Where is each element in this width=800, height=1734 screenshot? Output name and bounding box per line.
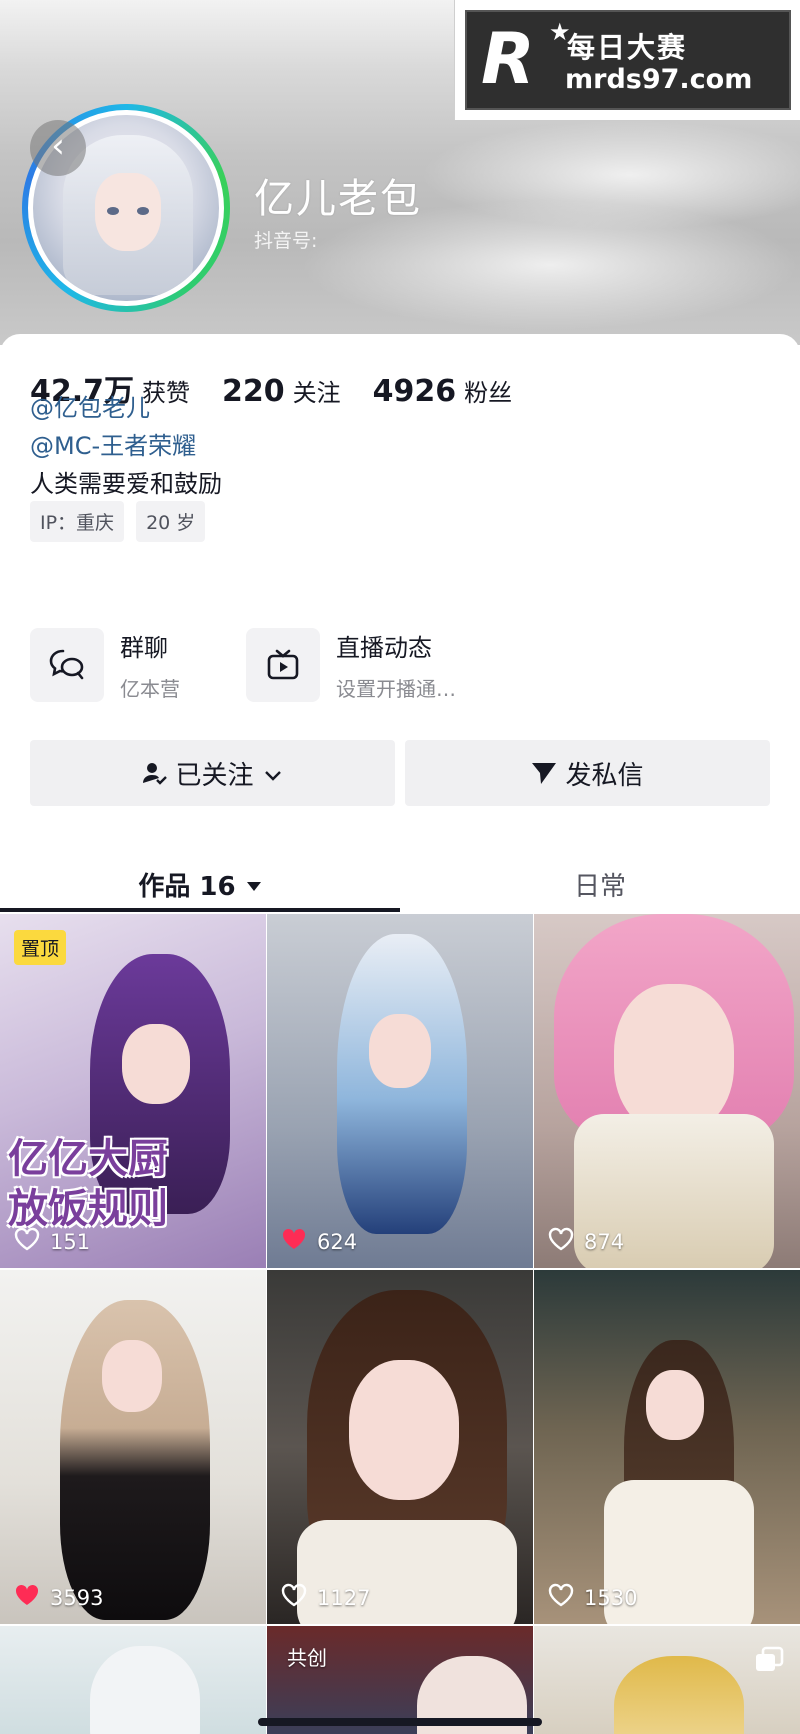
profile-nickname: 亿儿老包 bbox=[254, 176, 422, 222]
tab-daily[interactable]: 日常 bbox=[400, 854, 800, 914]
heart-filled-icon bbox=[14, 1583, 50, 1612]
video-tile[interactable]: 874 bbox=[534, 914, 800, 1268]
paper-plane-icon bbox=[531, 761, 557, 785]
watermark-logo-icon: R bbox=[481, 18, 535, 100]
like-count: 624 bbox=[281, 1227, 357, 1256]
video-tile[interactable]: 1127 bbox=[267, 1270, 533, 1624]
stat-followers[interactable]: 4926 粉丝 bbox=[373, 373, 513, 409]
content-tabs: 作品 16 日常 bbox=[0, 854, 800, 914]
age-tag: 20 岁 bbox=[136, 501, 206, 542]
chevron-left-icon: ‹ bbox=[51, 126, 65, 166]
followed-label: 已关注 bbox=[175, 760, 254, 791]
watermark-url-text: mrds97.com bbox=[565, 64, 753, 95]
video-tile[interactable]: 3593 bbox=[0, 1270, 266, 1624]
send-message-button[interactable]: 发私信 bbox=[405, 740, 770, 806]
like-count: 1127 bbox=[281, 1583, 370, 1612]
video-tile[interactable]: 624 bbox=[267, 914, 533, 1268]
video-tile[interactable] bbox=[0, 1626, 266, 1734]
bio-text: 人类需要爱和鼓励 bbox=[30, 470, 222, 498]
chat-bubbles-icon bbox=[30, 628, 104, 702]
like-count: 874 bbox=[548, 1227, 624, 1256]
heart-filled-icon bbox=[281, 1227, 317, 1256]
stat-label: 关注 bbox=[292, 379, 341, 407]
home-indicator bbox=[258, 1718, 542, 1726]
heart-outline-icon bbox=[548, 1583, 584, 1612]
watermark-cn-text: 每日大赛 bbox=[567, 31, 688, 64]
video-overlay-title: 亿亿大厨 放饭规则 bbox=[8, 1136, 168, 1232]
stat-value: 4926 bbox=[372, 374, 457, 409]
stat-value: 220 bbox=[222, 374, 285, 409]
watermark: R ★ 每日大赛 mrds97.com bbox=[454, 0, 800, 120]
stat-label: 粉丝 bbox=[464, 379, 513, 407]
user-check-icon bbox=[143, 761, 168, 785]
video-tile[interactable]: 置顶 亿亿大厨 放饭规则 151 bbox=[0, 914, 266, 1268]
douyin-id-label: 抖音号: bbox=[254, 230, 318, 252]
send-message-label: 发私信 bbox=[565, 760, 644, 791]
chevron-down-icon bbox=[264, 758, 282, 788]
tags-row: IP：重庆 20 岁 bbox=[30, 501, 217, 542]
like-count: 151 bbox=[14, 1227, 90, 1256]
tab-works-label: 作品 16 bbox=[138, 871, 236, 902]
mention-link-2[interactable]: @MC-王者荣耀 bbox=[30, 426, 196, 461]
multi-image-icon bbox=[754, 1646, 784, 1678]
heart-outline-icon bbox=[14, 1227, 50, 1256]
live-updates-title: 直播动态 bbox=[336, 634, 432, 662]
stat-following[interactable]: 220 关注 bbox=[222, 373, 341, 409]
heart-outline-icon bbox=[548, 1227, 584, 1256]
followed-button[interactable]: 已关注 bbox=[30, 740, 395, 806]
group-chat-subtitle: 亿本营 bbox=[120, 677, 180, 701]
mention-link-1[interactable]: @亿包老儿 bbox=[30, 388, 150, 423]
profile-header: R ★ 每日大赛 mrds97.com ‹ 亿儿老包 抖音号: bbox=[0, 0, 800, 345]
heart-outline-icon bbox=[281, 1583, 317, 1612]
tab-active-indicator bbox=[0, 908, 400, 912]
pinned-badge: 置顶 bbox=[14, 930, 67, 965]
tv-icon bbox=[246, 628, 320, 702]
caret-down-icon bbox=[246, 869, 262, 899]
group-chat-entry[interactable]: 群聊 亿本营 bbox=[30, 628, 180, 702]
tab-daily-label: 日常 bbox=[573, 871, 626, 902]
profile-card: 42.7万 获赞 220 关注 4926 粉丝 @亿包老儿 @MC-王者荣耀 人… bbox=[0, 334, 800, 1734]
back-button[interactable]: ‹ bbox=[30, 120, 86, 176]
live-updates-subtitle: 设置开播通… bbox=[336, 677, 456, 701]
live-updates-entry[interactable]: 直播动态 设置开播通… bbox=[246, 628, 456, 702]
group-chat-title: 群聊 bbox=[120, 634, 168, 662]
like-count: 1530 bbox=[548, 1583, 637, 1612]
like-count: 3593 bbox=[14, 1583, 103, 1612]
tab-works[interactable]: 作品 16 bbox=[0, 854, 400, 914]
video-tile[interactable] bbox=[534, 1626, 800, 1734]
video-tile[interactable]: 1530 bbox=[534, 1270, 800, 1624]
collab-badge: 共创 bbox=[287, 1646, 327, 1670]
watermark-frame: R ★ 每日大赛 mrds97.com bbox=[465, 10, 791, 110]
ip-tag: IP：重庆 bbox=[30, 501, 125, 542]
